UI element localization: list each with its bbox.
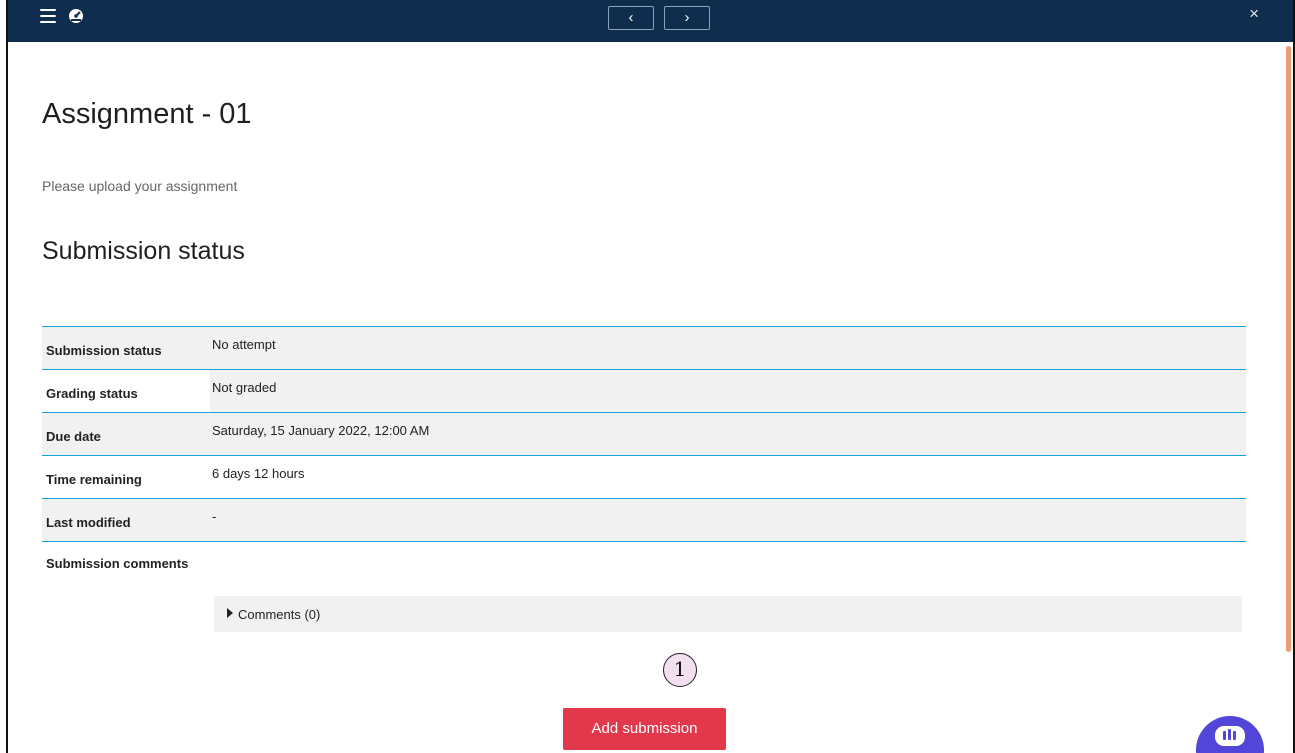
- step-marker: 1: [663, 653, 697, 687]
- next-button[interactable]: ›: [664, 6, 710, 30]
- comments-toggle[interactable]: Comments (0): [214, 596, 1242, 632]
- dashboard-icon[interactable]: [68, 8, 84, 24]
- row-label: Submission status: [46, 343, 162, 358]
- table-row: Due date Saturday, 15 January 2022, 12:0…: [42, 412, 1246, 455]
- hamburger-menu-icon[interactable]: [40, 9, 56, 23]
- row-label: Time remaining: [46, 472, 142, 487]
- submission-status-table: Submission status No attempt Grading sta…: [42, 326, 1246, 651]
- top-navbar: ‹ › ×: [8, 0, 1293, 42]
- chat-launcher-icon[interactable]: [1196, 716, 1264, 753]
- close-icon[interactable]: ×: [1249, 4, 1259, 24]
- row-label: Submission comments: [46, 556, 189, 571]
- row-value: 6 days 12 hours: [212, 466, 305, 481]
- previous-button[interactable]: ‹: [608, 6, 654, 30]
- table-row: Time remaining 6 days 12 hours: [42, 455, 1246, 498]
- add-submission-button[interactable]: Add submission: [563, 708, 726, 750]
- scrollbar-thumb[interactable]: [1286, 46, 1291, 652]
- table-row: Last modified -: [42, 498, 1246, 541]
- table-row: Submission status No attempt: [42, 326, 1246, 369]
- page-title: Assignment - 01: [42, 98, 252, 130]
- table-row: Submission comments Comments (0): [42, 541, 1246, 651]
- row-label: Due date: [46, 429, 101, 444]
- section-title: Submission status: [42, 237, 245, 265]
- row-value: -: [212, 509, 217, 524]
- row-label: Last modified: [46, 515, 131, 530]
- assignment-intro: Please upload your assignment: [42, 178, 238, 194]
- app-window: ‹ › × Assignment - 01 Please upload your…: [6, 0, 1295, 753]
- row-value: No attempt: [212, 337, 276, 352]
- row-label: Grading status: [46, 386, 138, 401]
- row-value: Saturday, 15 January 2022, 12:00 AM: [212, 423, 430, 438]
- table-row: Grading status Not graded: [42, 369, 1246, 412]
- row-value: Not graded: [212, 380, 277, 395]
- comments-label: Comments (0): [238, 607, 321, 622]
- caret-right-icon: [227, 608, 233, 618]
